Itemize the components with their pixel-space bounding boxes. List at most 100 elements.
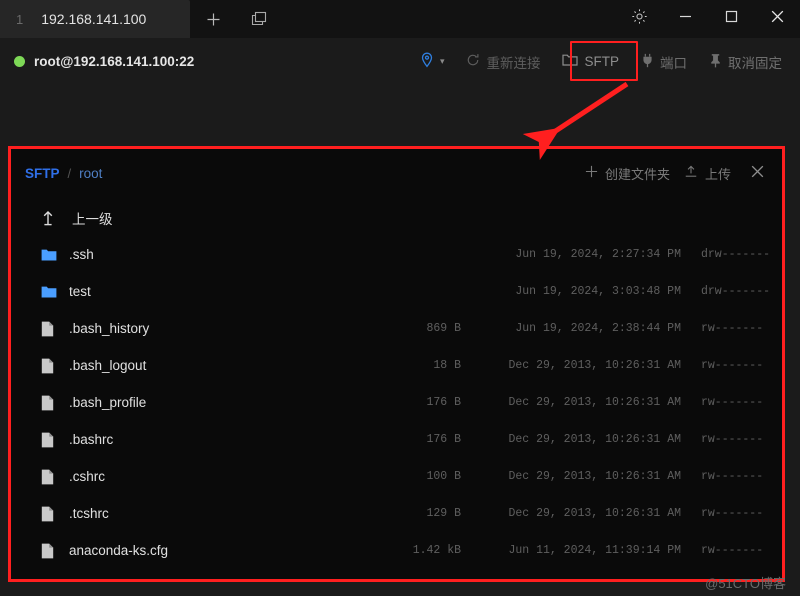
file-name: .ssh [69, 247, 94, 262]
refresh-icon [466, 53, 480, 70]
file-modified: Jun 19, 2024, 2:38:44 PM [515, 322, 681, 335]
location-pin-icon [420, 52, 434, 71]
breadcrumb-current[interactable]: root [79, 166, 102, 181]
file-permissions: rw------- [701, 507, 764, 520]
minimize-icon [678, 9, 693, 29]
parent-directory-row[interactable]: 上一级 [11, 199, 782, 236]
file-icon [41, 321, 69, 337]
port-label: 端口 [660, 55, 687, 71]
maximize-icon [724, 9, 739, 29]
title-bar: 1 192.168.141.100 [0, 0, 800, 38]
file-modified: Jun 19, 2024, 2:27:34 PM [515, 248, 681, 261]
upload-button[interactable]: 上传 [684, 164, 731, 183]
file-list: 上一级 .ssh Jun 19, 2024, 2:27:34 PM drw-----… [11, 197, 782, 569]
file-icon [41, 543, 69, 559]
file-name: test [69, 284, 91, 299]
plus-icon [206, 12, 221, 27]
table-row[interactable]: .ssh Jun 19, 2024, 2:27:34 PM drw------- [11, 236, 782, 273]
file-permissions: rw------- [701, 433, 764, 446]
sftp-panel-header: SFTP / root 创建文件夹 上传 [11, 149, 782, 197]
close-icon [749, 163, 766, 183]
status-indicator-dot [14, 56, 25, 67]
file-modified: Dec 29, 2013, 10:26:31 AM [508, 433, 681, 446]
folder-open-icon [562, 53, 579, 70]
table-row[interactable]: .bash_profile 176 B Dec 29, 2013, 10:26:31… [11, 384, 782, 421]
new-tab-button[interactable] [190, 0, 236, 38]
file-icon [41, 395, 69, 411]
table-row[interactable]: .bash_logout 18 B Dec 29, 2013, 10:26:31 A… [11, 347, 782, 384]
table-row[interactable]: .cshrc 100 B Dec 29, 2013, 10:26:31 AM rw--… [11, 458, 782, 495]
file-size: 869 B [426, 322, 461, 335]
file-size: 100 B [426, 470, 461, 483]
tab-index: 1 [16, 11, 24, 27]
connection-label: root@192.168.141.100:22 [34, 54, 195, 69]
file-permissions: rw------- [701, 470, 764, 483]
connection-status: root@192.168.141.100:22 [0, 54, 194, 69]
close-button[interactable] [754, 0, 800, 38]
file-modified: Jun 19, 2024, 3:03:48 PM [515, 285, 681, 298]
file-size: 129 B [426, 507, 461, 520]
reconnect-button[interactable]: 重新连接 [456, 47, 550, 77]
table-row[interactable]: anaconda-ks.cfg 1.42 kB Jun 11, 2024, 11:3… [11, 532, 782, 569]
session-tab[interactable]: 1 192.168.141.100 [0, 0, 190, 38]
file-icon [41, 432, 69, 448]
unpin-label: 取消固定 [728, 55, 782, 71]
window-split-icon [251, 11, 267, 27]
file-name: .bash_logout [69, 358, 147, 373]
file-name: .bash_history [69, 321, 150, 336]
file-permissions: rw------- [701, 359, 764, 372]
file-permissions: rw------- [701, 322, 764, 335]
table-row[interactable]: .tcshrc 129 B Dec 29, 2013, 10:26:31 AM rw-… [11, 495, 782, 532]
pin-icon [709, 53, 722, 71]
location-pin-button[interactable]: ▾ [410, 47, 455, 77]
plug-icon [641, 53, 654, 71]
file-name: .bashrc [69, 432, 114, 447]
file-size [341, 236, 461, 273]
file-name: anaconda-ks.cfg [69, 543, 169, 558]
file-permissions: rw------- [701, 544, 764, 557]
session-toolbar: root@192.168.141.100:22 ▾ 重新连接 SFTP 端口 取… [0, 38, 800, 85]
create-folder-button[interactable]: 创建文件夹 [585, 164, 670, 183]
create-folder-label: 创建文件夹 [604, 166, 670, 182]
file-icon [41, 469, 69, 485]
titlebar-spacer [282, 0, 616, 38]
file-permissions: drw------- [701, 248, 771, 261]
arrow-up-icon [41, 210, 69, 226]
unpin-button[interactable]: 取消固定 [699, 47, 792, 77]
breadcrumb-root[interactable]: SFTP [25, 166, 60, 181]
file-modified: Dec 29, 2013, 10:26:31 AM [508, 470, 681, 483]
minimize-button[interactable] [662, 0, 708, 38]
file-icon [41, 506, 69, 522]
upload-label: 上传 [704, 166, 731, 182]
table-row[interactable]: .bashrc 176 B Dec 29, 2013, 10:26:31 AM rw-… [11, 421, 782, 458]
file-name: .cshrc [69, 469, 106, 484]
file-name: .bash_profile [69, 395, 147, 410]
file-modified: Dec 29, 2013, 10:26:31 AM [508, 396, 681, 409]
toolbar-actions: ▾ 重新连接 SFTP 端口 取消固定 [410, 47, 800, 77]
settings-button[interactable] [616, 0, 662, 38]
sftp-label: SFTP [584, 54, 619, 69]
split-view-button[interactable] [236, 0, 282, 38]
close-icon [769, 8, 786, 30]
maximize-button[interactable] [708, 0, 754, 38]
file-size: 176 B [426, 433, 461, 446]
sftp-button[interactable]: SFTP [552, 47, 629, 77]
file-modified: Dec 29, 2013, 10:26:31 AM [508, 359, 681, 372]
file-modified: Dec 29, 2013, 10:26:31 AM [508, 507, 681, 520]
table-row[interactable]: .bash_history 869 B Jun 19, 2024, 2:38:44 … [11, 310, 782, 347]
file-size [341, 273, 461, 310]
parent-directory-label: 上一级 [72, 211, 113, 227]
file-size: 18 B [433, 359, 461, 372]
file-icon [41, 358, 69, 374]
file-name: .tcshrc [69, 506, 109, 521]
watermark: @51CTO博客 [705, 576, 786, 591]
file-permissions: drw------- [701, 285, 771, 298]
folder-icon [41, 285, 69, 299]
table-row[interactable]: test Jun 19, 2024, 3:03:48 PM drw------- [11, 273, 782, 310]
plus-icon [585, 165, 598, 181]
port-button[interactable]: 端口 [631, 47, 697, 77]
file-size: 176 B [426, 396, 461, 409]
breadcrumb-separator: / [67, 165, 72, 181]
close-sftp-panel-button[interactable] [745, 163, 770, 183]
upload-icon [684, 165, 698, 182]
